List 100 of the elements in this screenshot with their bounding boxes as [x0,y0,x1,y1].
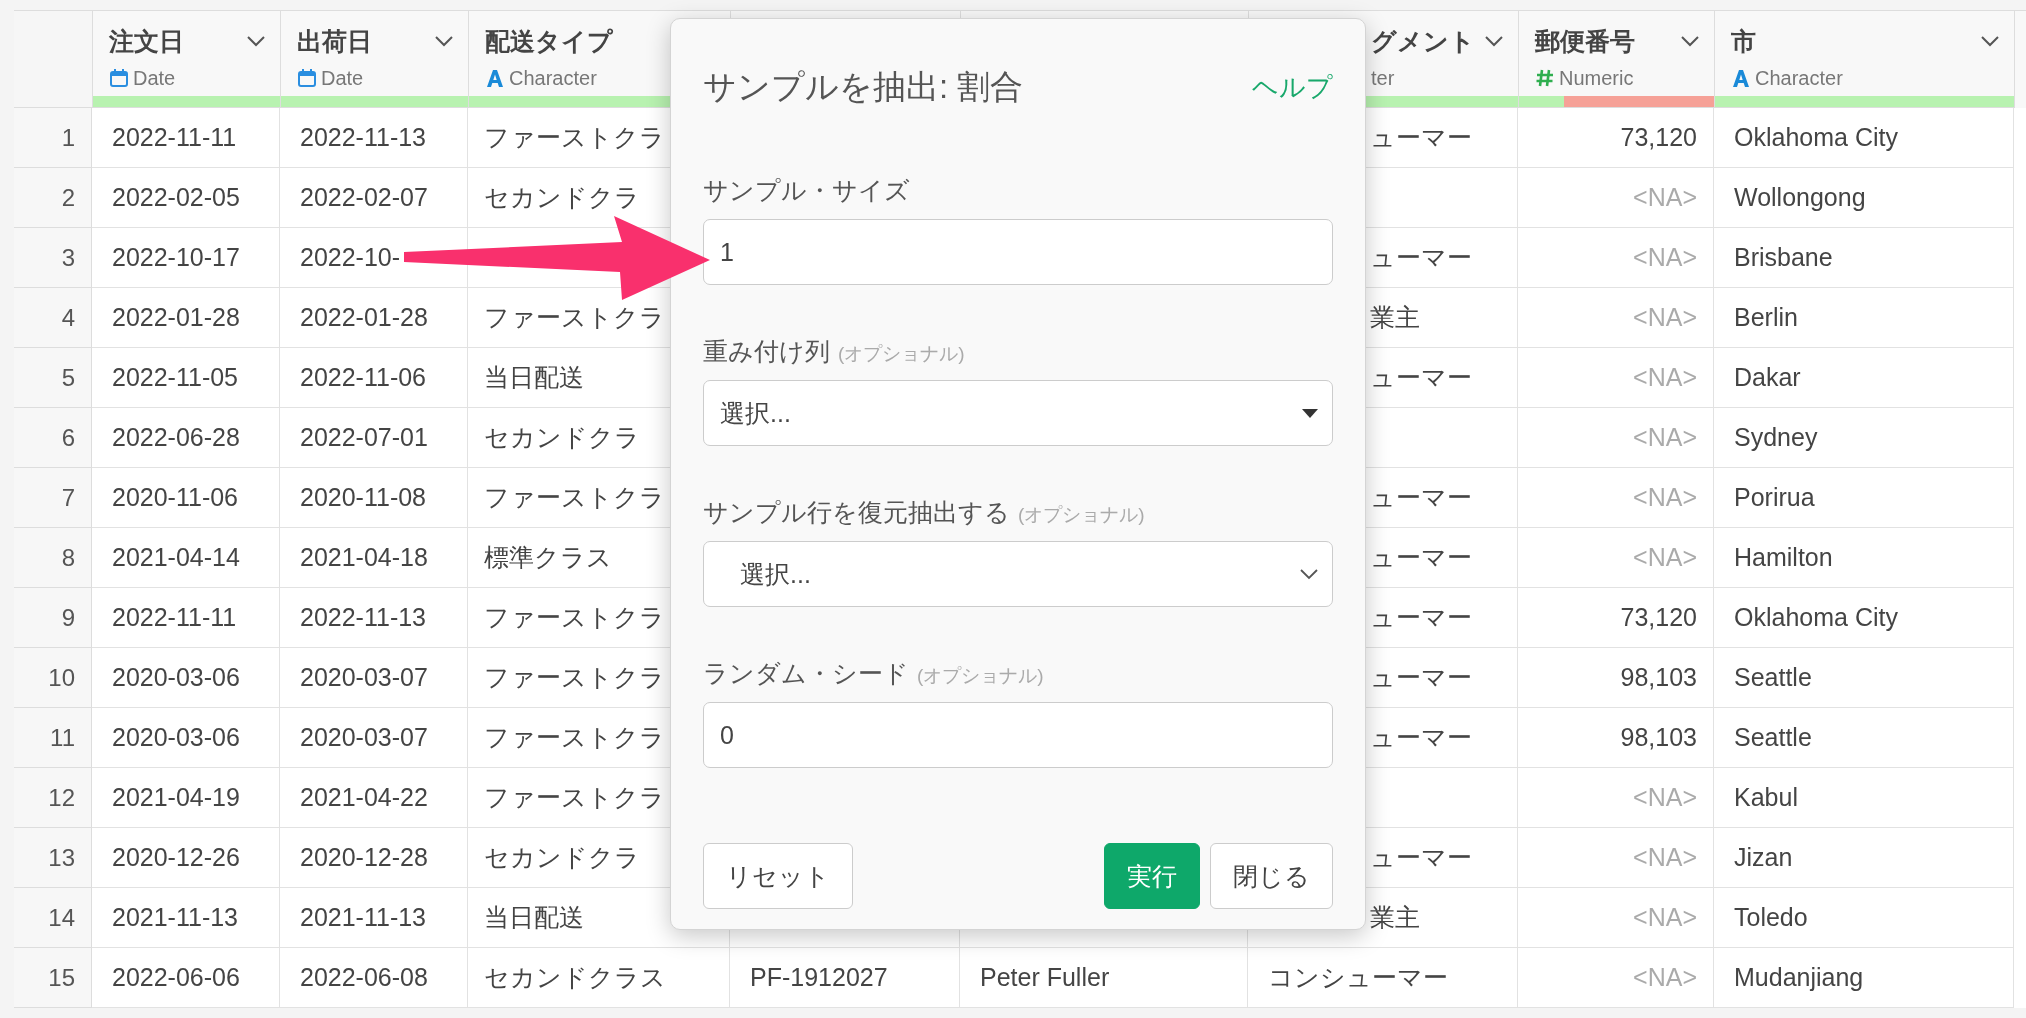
table-cell: 2020-12-26 [92,828,280,888]
column-name: 注文日 [109,25,184,57]
table-cell: <NA> [1518,528,1714,588]
table-cell: Oklahoma City [1714,108,2014,168]
table-cell: <NA> [1518,828,1714,888]
column-header[interactable]: 出荷日 Date [281,11,469,108]
column-type-label: Character [1755,66,1843,90]
table-cell: 2022-06-28 [92,408,280,468]
table-cell: 2020-03-07 [280,708,468,768]
chevron-down-icon[interactable] [1980,35,2000,47]
text-type-icon [1731,68,1751,88]
row-number: 3 [14,228,92,288]
table-cell: 2022-10-17 [92,228,280,288]
table-cell: 2022-02-07 [280,168,468,228]
chevron-down-icon[interactable] [246,35,266,47]
table-cell: 2022-01-28 [280,288,468,348]
column-name: 出荷日 [297,25,372,57]
table-cell: <NA> [1518,288,1714,348]
table-cell: セカンドクラス [468,948,730,1008]
table-cell: 2020-03-06 [92,648,280,708]
input-field[interactable]: 1 [703,219,1333,285]
table-cell: <NA> [1518,468,1714,528]
column-type-label: Date [133,66,176,90]
row-number: 12 [14,768,92,828]
column-name: 配送タイプ [485,25,613,57]
row-number: 11 [14,708,92,768]
table-cell: 2022-07-01 [280,408,468,468]
dropdown-field[interactable]: 選択... [703,380,1333,446]
table-cell: 2022-06-06 [92,948,280,1008]
row-number: 2 [14,168,92,228]
table-cell: <NA> [1518,948,1714,1008]
table-cell: 2022-11-13 [280,588,468,648]
table-cell: 2022-01-28 [92,288,280,348]
table-cell: 2021-04-14 [92,528,280,588]
chevron-down-icon[interactable] [434,35,454,47]
table-cell: 73,120 [1518,108,1714,168]
hash-icon [1535,68,1555,88]
table-cell: 2022-02-05 [92,168,280,228]
table-cell: Oklahoma City [1714,588,2014,648]
table-cell: 2021-11-13 [280,888,468,948]
table-cell: <NA> [1518,348,1714,408]
table-cell: <NA> [1518,168,1714,228]
chevron-down-icon [1300,568,1318,580]
table-cell: Dakar [1714,348,2014,408]
table-cell: Seattle [1714,708,2014,768]
chevron-down-icon[interactable] [1680,35,1700,47]
optional-hint: (オプショナル) [917,664,1044,688]
table-cell: PF-1912027 [730,948,960,1008]
column-header[interactable]: 市 Character [1715,11,2015,108]
row-number: 14 [14,888,92,948]
column-type-label: ter [1371,66,1395,90]
table-cell: 2021-04-22 [280,768,468,828]
table-cell: 73,120 [1518,588,1714,648]
table-cell: <NA> [1518,888,1714,948]
column-header[interactable]: 注文日 Date [93,11,281,108]
table-cell: Sydney [1714,408,2014,468]
table-cell: 98,103 [1518,648,1714,708]
table-cell: Wollongong [1714,168,2014,228]
table-cell: Peter Fuller [960,948,1248,1008]
row-number: 10 [14,648,92,708]
optional-hint: (オプショナル) [838,342,965,366]
table-cell: 2020-03-07 [280,648,468,708]
table-cell: Kabul [1714,768,2014,828]
row-number: 8 [14,528,92,588]
input-field[interactable]: 0 [703,702,1333,768]
column-type-label: Numeric [1559,66,1634,90]
table-cell: 2022-11-05 [92,348,280,408]
table-cell: Brisbane [1714,228,2014,288]
table-cell: 2022-11-06 [280,348,468,408]
select-field[interactable]: 選択... [703,541,1333,607]
table-cell: Mudanjiang [1714,948,2014,1008]
row-number: 13 [14,828,92,888]
column-type-label: Date [321,66,364,90]
table-cell: 2020-11-06 [92,468,280,528]
chevron-down-icon[interactable] [1484,35,1504,47]
dialog-button[interactable]: 閉じる [1210,843,1333,909]
table-cell: 2021-04-19 [92,768,280,828]
table-cell: 2020-11-08 [280,468,468,528]
dialog-button[interactable]: リセット [703,843,853,909]
table-cell: Berlin [1714,288,2014,348]
table-cell: 98,103 [1518,708,1714,768]
row-number: 5 [14,348,92,408]
text-type-icon [485,68,505,88]
row-number: 9 [14,588,92,648]
table-cell: 2022-11-11 [92,108,280,168]
table-cell: 2021-11-13 [92,888,280,948]
table-cell: Toledo [1714,888,2014,948]
calendar-icon [109,68,129,88]
caret-icon [1302,408,1318,418]
row-number: 6 [14,408,92,468]
column-type-label: Character [509,66,597,90]
table-cell: 2022-11-13 [280,108,468,168]
table-cell: 2020-12-28 [280,828,468,888]
table-cell: Seattle [1714,648,2014,708]
column-header[interactable]: 郵便番号 Numeric [1519,11,1715,108]
table-cell: Porirua [1714,468,2014,528]
optional-hint: (オプショナル) [1018,503,1145,527]
table-cell: 2021-04-18 [280,528,468,588]
row-number: 4 [14,288,92,348]
table-cell: コンシューマー [1248,948,1518,1008]
